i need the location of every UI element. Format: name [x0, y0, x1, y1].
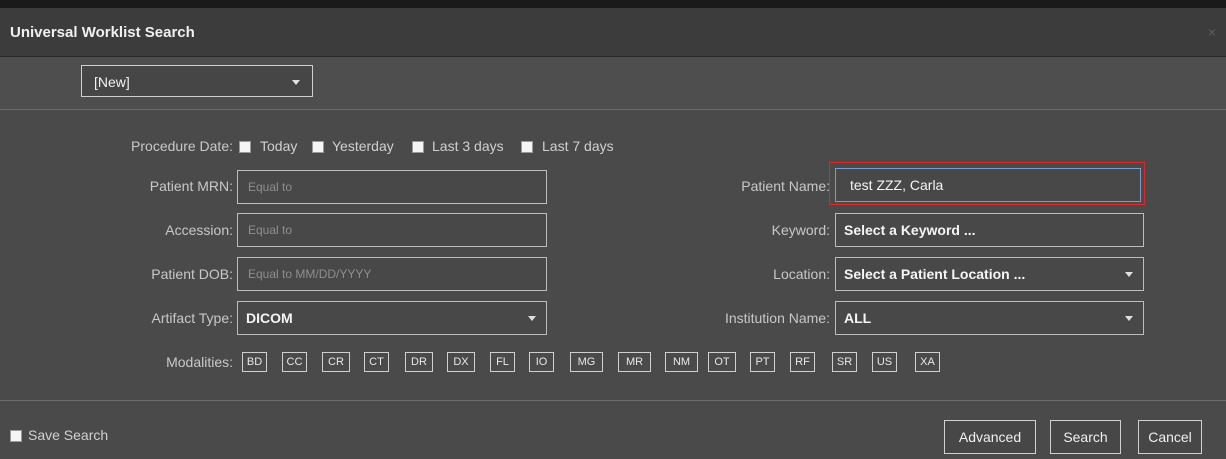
artifact-type-dropdown[interactable]: DICOM: [237, 301, 547, 335]
modality-io[interactable]: IO: [529, 352, 554, 372]
modality-fl[interactable]: FL: [490, 352, 515, 372]
dialog-title: Universal Worklist Search: [10, 24, 195, 41]
last-7-days-checkbox[interactable]: [521, 141, 533, 153]
today-checkbox[interactable]: [239, 141, 251, 153]
patient-mrn-placeholder: Equal to: [248, 180, 293, 194]
accession-input[interactable]: Equal to: [237, 213, 547, 247]
modality-sr[interactable]: SR: [832, 352, 857, 372]
last-7-days-label[interactable]: Last 7 days: [542, 138, 614, 154]
chevron-down-icon: [1125, 272, 1133, 277]
patient-name-label: Patient Name:: [741, 178, 830, 194]
chevron-down-icon: [1125, 316, 1133, 321]
yesterday-checkbox[interactable]: [312, 141, 324, 153]
institution-name-value: ALL: [844, 310, 872, 326]
saved-search-dropdown[interactable]: [New]: [81, 65, 313, 97]
modality-dr[interactable]: DR: [405, 352, 433, 372]
location-dropdown[interactable]: Select a Patient Location ...: [835, 257, 1144, 291]
last-3-days-checkbox[interactable]: [412, 141, 424, 153]
save-search-label[interactable]: Save Search: [28, 427, 108, 443]
today-label[interactable]: Today: [260, 138, 297, 154]
patient-name-value: test ZZZ, Carla: [850, 177, 944, 193]
patient-mrn-input[interactable]: Equal to: [237, 170, 547, 204]
modality-nm[interactable]: NM: [665, 352, 698, 372]
yesterday-label[interactable]: Yesterday: [332, 138, 394, 154]
modality-us[interactable]: US: [872, 352, 897, 372]
institution-name-dropdown[interactable]: ALL: [835, 301, 1144, 335]
chevron-down-icon: [292, 80, 300, 85]
dialog-footer: Save Search Advanced Search Cancel: [0, 400, 1226, 459]
top-strip: [0, 0, 1226, 8]
modality-dx[interactable]: DX: [447, 352, 475, 372]
modality-ct[interactable]: CT: [364, 352, 389, 372]
patient-mrn-label: Patient MRN:: [149, 178, 233, 194]
modality-ot[interactable]: OT: [708, 352, 736, 372]
modalities-label: Modalities:: [166, 354, 233, 370]
patient-name-input[interactable]: test ZZZ, Carla: [835, 168, 1141, 202]
modality-mr[interactable]: MR: [618, 352, 651, 372]
saved-search-value: [New]: [94, 74, 130, 90]
modality-xa[interactable]: XA: [915, 352, 940, 372]
modality-mg[interactable]: MG: [570, 352, 603, 372]
modality-cr[interactable]: CR: [322, 352, 350, 372]
chevron-down-icon: [528, 316, 536, 321]
accession-label: Accession:: [165, 222, 233, 238]
preset-area: [New]: [0, 57, 1226, 110]
location-label: Location:: [773, 266, 830, 282]
modality-pt[interactable]: PT: [750, 352, 775, 372]
search-button[interactable]: Search: [1050, 420, 1121, 454]
artifact-type-value: DICOM: [246, 310, 293, 326]
dialog-titlebar: Universal Worklist Search ×: [0, 8, 1226, 57]
cancel-button[interactable]: Cancel: [1138, 420, 1202, 454]
patient-dob-label: Patient DOB:: [151, 266, 233, 282]
keyword-value: Select a Keyword ...: [844, 222, 976, 238]
procedure-date-label: Procedure Date:: [131, 138, 233, 154]
modality-rf[interactable]: RF: [790, 352, 815, 372]
last-3-days-label[interactable]: Last 3 days: [432, 138, 504, 154]
location-value: Select a Patient Location ...: [844, 266, 1026, 282]
keyword-label: Keyword:: [771, 222, 830, 238]
keyword-select[interactable]: Select a Keyword ...: [835, 213, 1144, 247]
save-search-checkbox[interactable]: [10, 430, 22, 442]
artifact-type-label: Artifact Type:: [151, 310, 233, 326]
institution-name-label: Institution Name:: [724, 310, 830, 326]
modality-bd[interactable]: BD: [242, 352, 267, 372]
advanced-button[interactable]: Advanced: [944, 420, 1036, 454]
accession-placeholder: Equal to: [248, 223, 293, 237]
close-icon[interactable]: ×: [1208, 24, 1216, 40]
patient-dob-input[interactable]: Equal to MM/DD/YYYY: [237, 257, 547, 291]
patient-dob-placeholder: Equal to MM/DD/YYYY: [248, 267, 372, 281]
modality-cc[interactable]: CC: [282, 352, 307, 372]
